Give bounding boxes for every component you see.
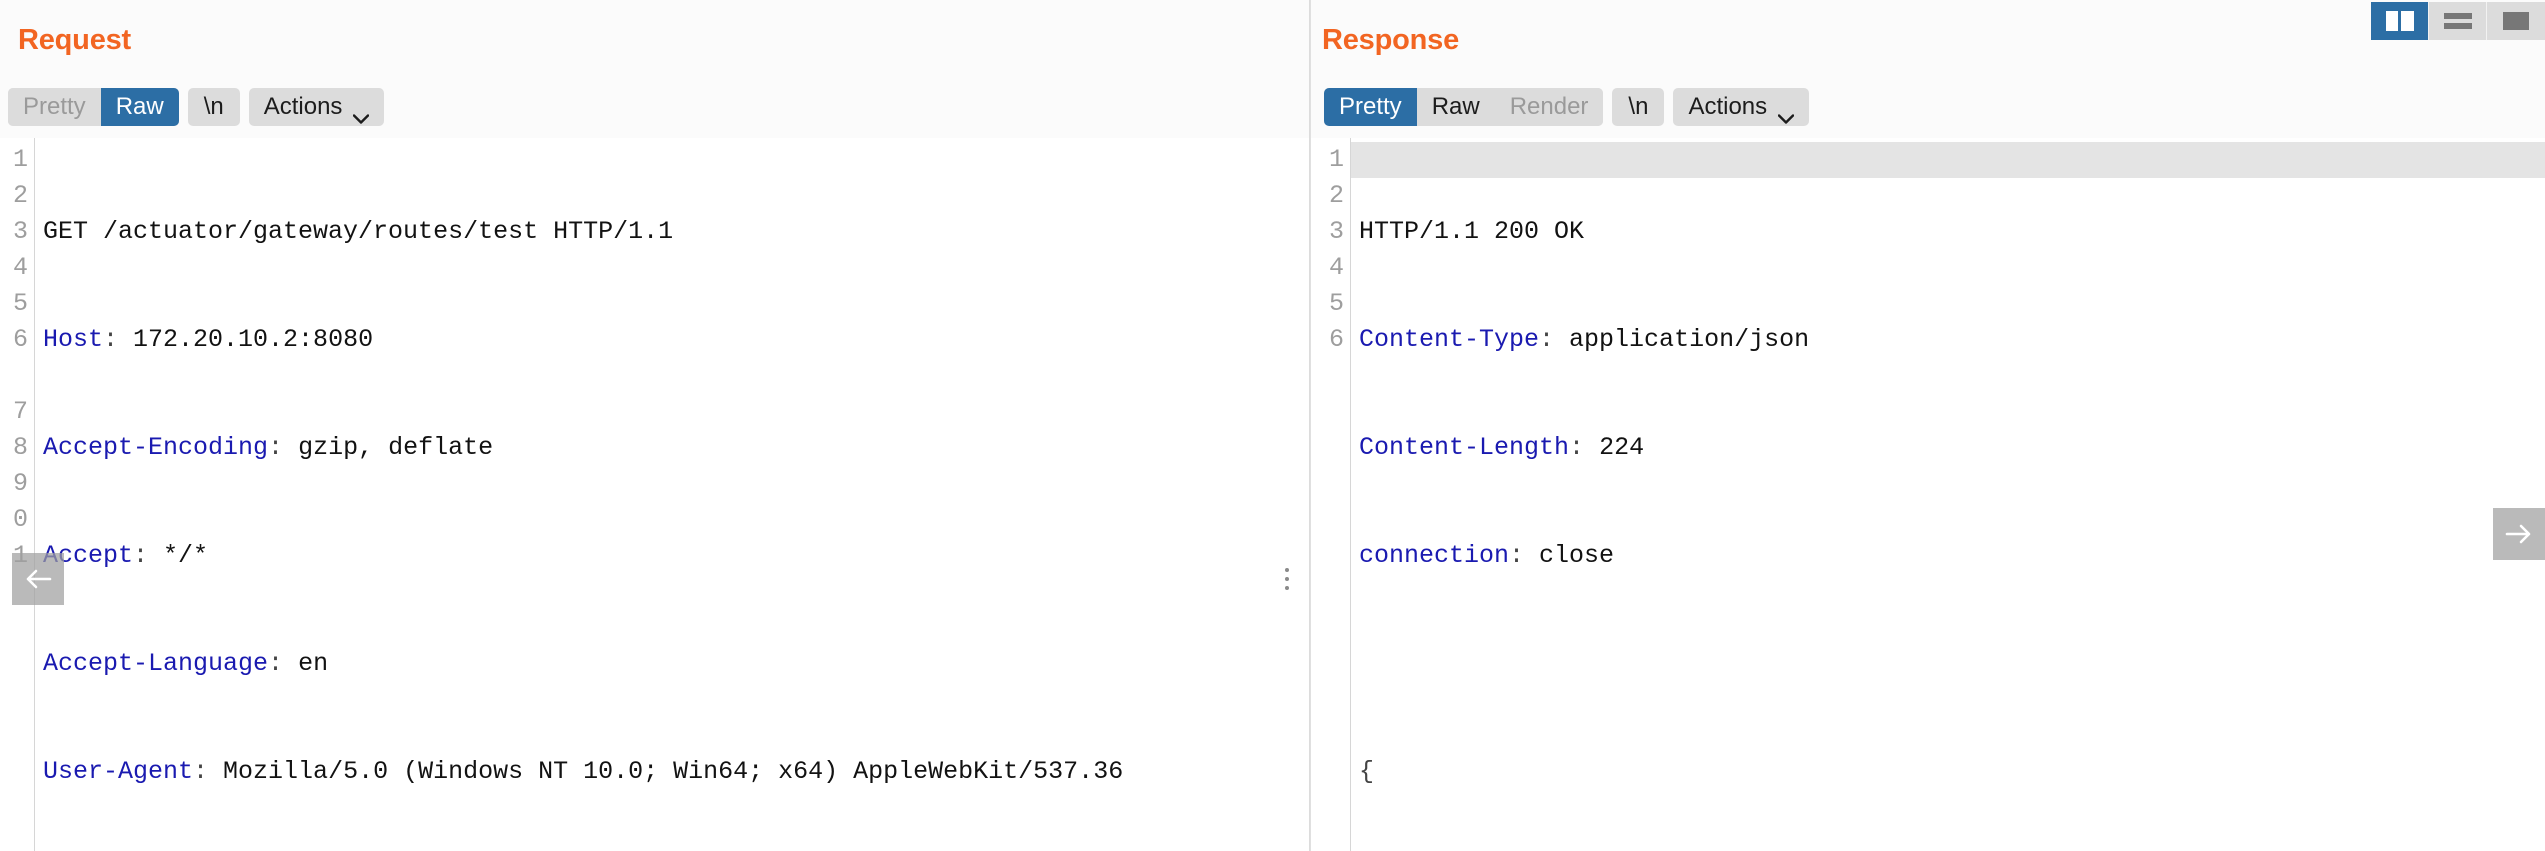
header-key: Accept-Encoding: [43, 433, 269, 462]
response-pane: Response Pretty Raw Render \n Actions 1 …: [1310, 0, 2545, 851]
request-view-mode-group: Pretty Raw: [8, 88, 179, 126]
header-key: Accept-Language: [43, 649, 269, 678]
stacked-view-icon: [2443, 11, 2472, 31]
request-line-3: Accept-Encoding: gzip, deflate: [43, 433, 494, 462]
line-number: 0: [12, 505, 28, 534]
header-value: 172.20.10.2:8080: [133, 325, 374, 354]
request-toolbar: Pretty Raw \n Actions: [0, 88, 1309, 138]
header-value: Mozilla/5.0 (Windows NT 10.0; Win64; x64…: [223, 757, 1124, 786]
line-number: 5: [1328, 289, 1344, 318]
side-by-side-layout-button[interactable]: [2371, 2, 2429, 40]
request-start-line: GET /actuator/gateway/routes/test HTTP/1…: [43, 217, 674, 246]
arrow-right-icon: [2504, 521, 2534, 547]
response-line-3: Content-Length: 224: [1359, 433, 1645, 462]
header-key: Content-Type: [1359, 325, 1540, 354]
pane-divider: [1310, 0, 1311, 851]
header-value: */*: [163, 541, 209, 570]
request-raw-button[interactable]: Raw: [100, 88, 179, 126]
drag-dot: [1285, 568, 1289, 572]
chevron-down-icon: [1777, 103, 1795, 124]
response-line-numbers: 1 2 3 4 5 6: [1310, 138, 1350, 851]
header-value: close: [1539, 541, 1615, 570]
response-code-column[interactable]: HTTP/1.1 200 OK Content-Type: applicatio…: [1350, 138, 2545, 851]
response-status-line: HTTP/1.1 200 OK: [1359, 217, 1585, 246]
response-view-mode-group: Pretty Raw Render: [1324, 88, 1604, 126]
request-header: Request: [0, 0, 1309, 88]
response-line-2: Content-Type: application/json: [1359, 325, 1810, 354]
header-key: connection: [1359, 541, 1510, 570]
response-code[interactable]: HTTP/1.1 200 OK Content-Type: applicatio…: [1351, 142, 2545, 851]
layout-toggle-group: [2371, 2, 2545, 40]
request-actions-label: Actions: [263, 93, 343, 120]
header-value: application/json: [1569, 325, 1810, 354]
drag-dot: [1285, 586, 1289, 590]
full-view-icon: [2503, 12, 2529, 30]
response-line-4: connection: close: [1359, 541, 1615, 570]
json-brace: {: [1359, 757, 1375, 786]
header-key: User-Agent: [43, 757, 194, 786]
request-newline-button[interactable]: \n: [187, 88, 240, 126]
response-raw-button[interactable]: Raw: [1416, 88, 1495, 126]
line-number: 3: [1328, 217, 1344, 246]
line-number: 6: [12, 325, 28, 354]
response-line-5: [1359, 646, 2545, 682]
header-key: Host: [43, 325, 104, 354]
response-render-button[interactable]: Render: [1494, 88, 1604, 126]
header-key: Content-Length: [1359, 433, 1570, 462]
request-line-5: Accept-Language: en: [43, 649, 329, 678]
request-pretty-button[interactable]: Pretty: [8, 88, 101, 126]
stacked-layout-button[interactable]: [2429, 2, 2487, 40]
line-number: 8: [12, 433, 28, 462]
line-number: 7: [12, 397, 28, 426]
response-header: Response: [1310, 0, 2545, 88]
request-line-2: Host: 172.20.10.2:8080: [43, 325, 374, 354]
response-line-1: HTTP/1.1 200 OK: [1359, 214, 2545, 250]
header-value: gzip, deflate: [298, 433, 494, 462]
split-view-icon: [2385, 11, 2414, 31]
request-title: Request: [18, 24, 132, 56]
line-number: 5: [12, 289, 28, 318]
response-actions-button[interactable]: Actions: [1673, 88, 1810, 126]
line-number: [0, 358, 34, 394]
line-number: 4: [12, 253, 28, 282]
request-line-4: Accept: */*: [43, 541, 209, 570]
single-pane-layout-button[interactable]: [2487, 2, 2545, 40]
pane-resize-handle[interactable]: [1285, 568, 1291, 590]
next-message-button[interactable]: [2493, 508, 2545, 560]
response-line-6-open-brace: {: [1359, 754, 2545, 790]
response-pretty-button[interactable]: Pretty: [1324, 88, 1417, 126]
header-value: en: [298, 649, 329, 678]
request-line-numbers: 1 2 3 4 5 6 7 8 9 0 1: [0, 138, 34, 851]
request-code[interactable]: GET /actuator/gateway/routes/test HTTP/1…: [35, 142, 1309, 851]
request-line-6: User-Agent: Mozilla/5.0 (Windows NT 10.0…: [43, 757, 1124, 786]
line-number: 9: [12, 469, 28, 498]
response-toolbar: Pretty Raw Render \n Actions: [1310, 88, 2545, 138]
response-body-area[interactable]: 1 2 3 4 5 6 HTTP/1.1 200 OK Content-Type…: [1310, 138, 2545, 851]
line-number: 2: [12, 181, 28, 210]
line-number: 2: [1328, 181, 1344, 210]
line-number: 1: [1328, 145, 1344, 174]
line-number: 3: [12, 217, 28, 246]
request-body-area[interactable]: 1 2 3 4 5 6 7 8 9 0 1 GET /actuator/gate…: [0, 138, 1309, 851]
line-number: 6: [1328, 325, 1344, 354]
request-actions-button[interactable]: Actions: [248, 88, 385, 126]
response-title: Response: [1322, 24, 1459, 56]
request-pane: Request Pretty Raw \n Actions 1 2 3 4 5: [0, 0, 1310, 851]
response-actions-label: Actions: [1688, 93, 1768, 120]
http-message-viewer: Request Pretty Raw \n Actions 1 2 3 4 5: [0, 0, 2545, 851]
response-newline-button[interactable]: \n: [1612, 88, 1665, 126]
line-number: 4: [1328, 253, 1344, 282]
chevron-down-icon: [353, 103, 370, 124]
arrow-left-icon: [23, 566, 53, 592]
line-number: 1: [12, 145, 28, 174]
drag-dot: [1285, 577, 1289, 581]
header-value: 224: [1599, 433, 1645, 462]
request-code-column[interactable]: GET /actuator/gateway/routes/test HTTP/1…: [34, 138, 1309, 851]
previous-message-button[interactable]: [12, 553, 64, 605]
request-line-1: GET /actuator/gateway/routes/test HTTP/1…: [43, 214, 1309, 250]
